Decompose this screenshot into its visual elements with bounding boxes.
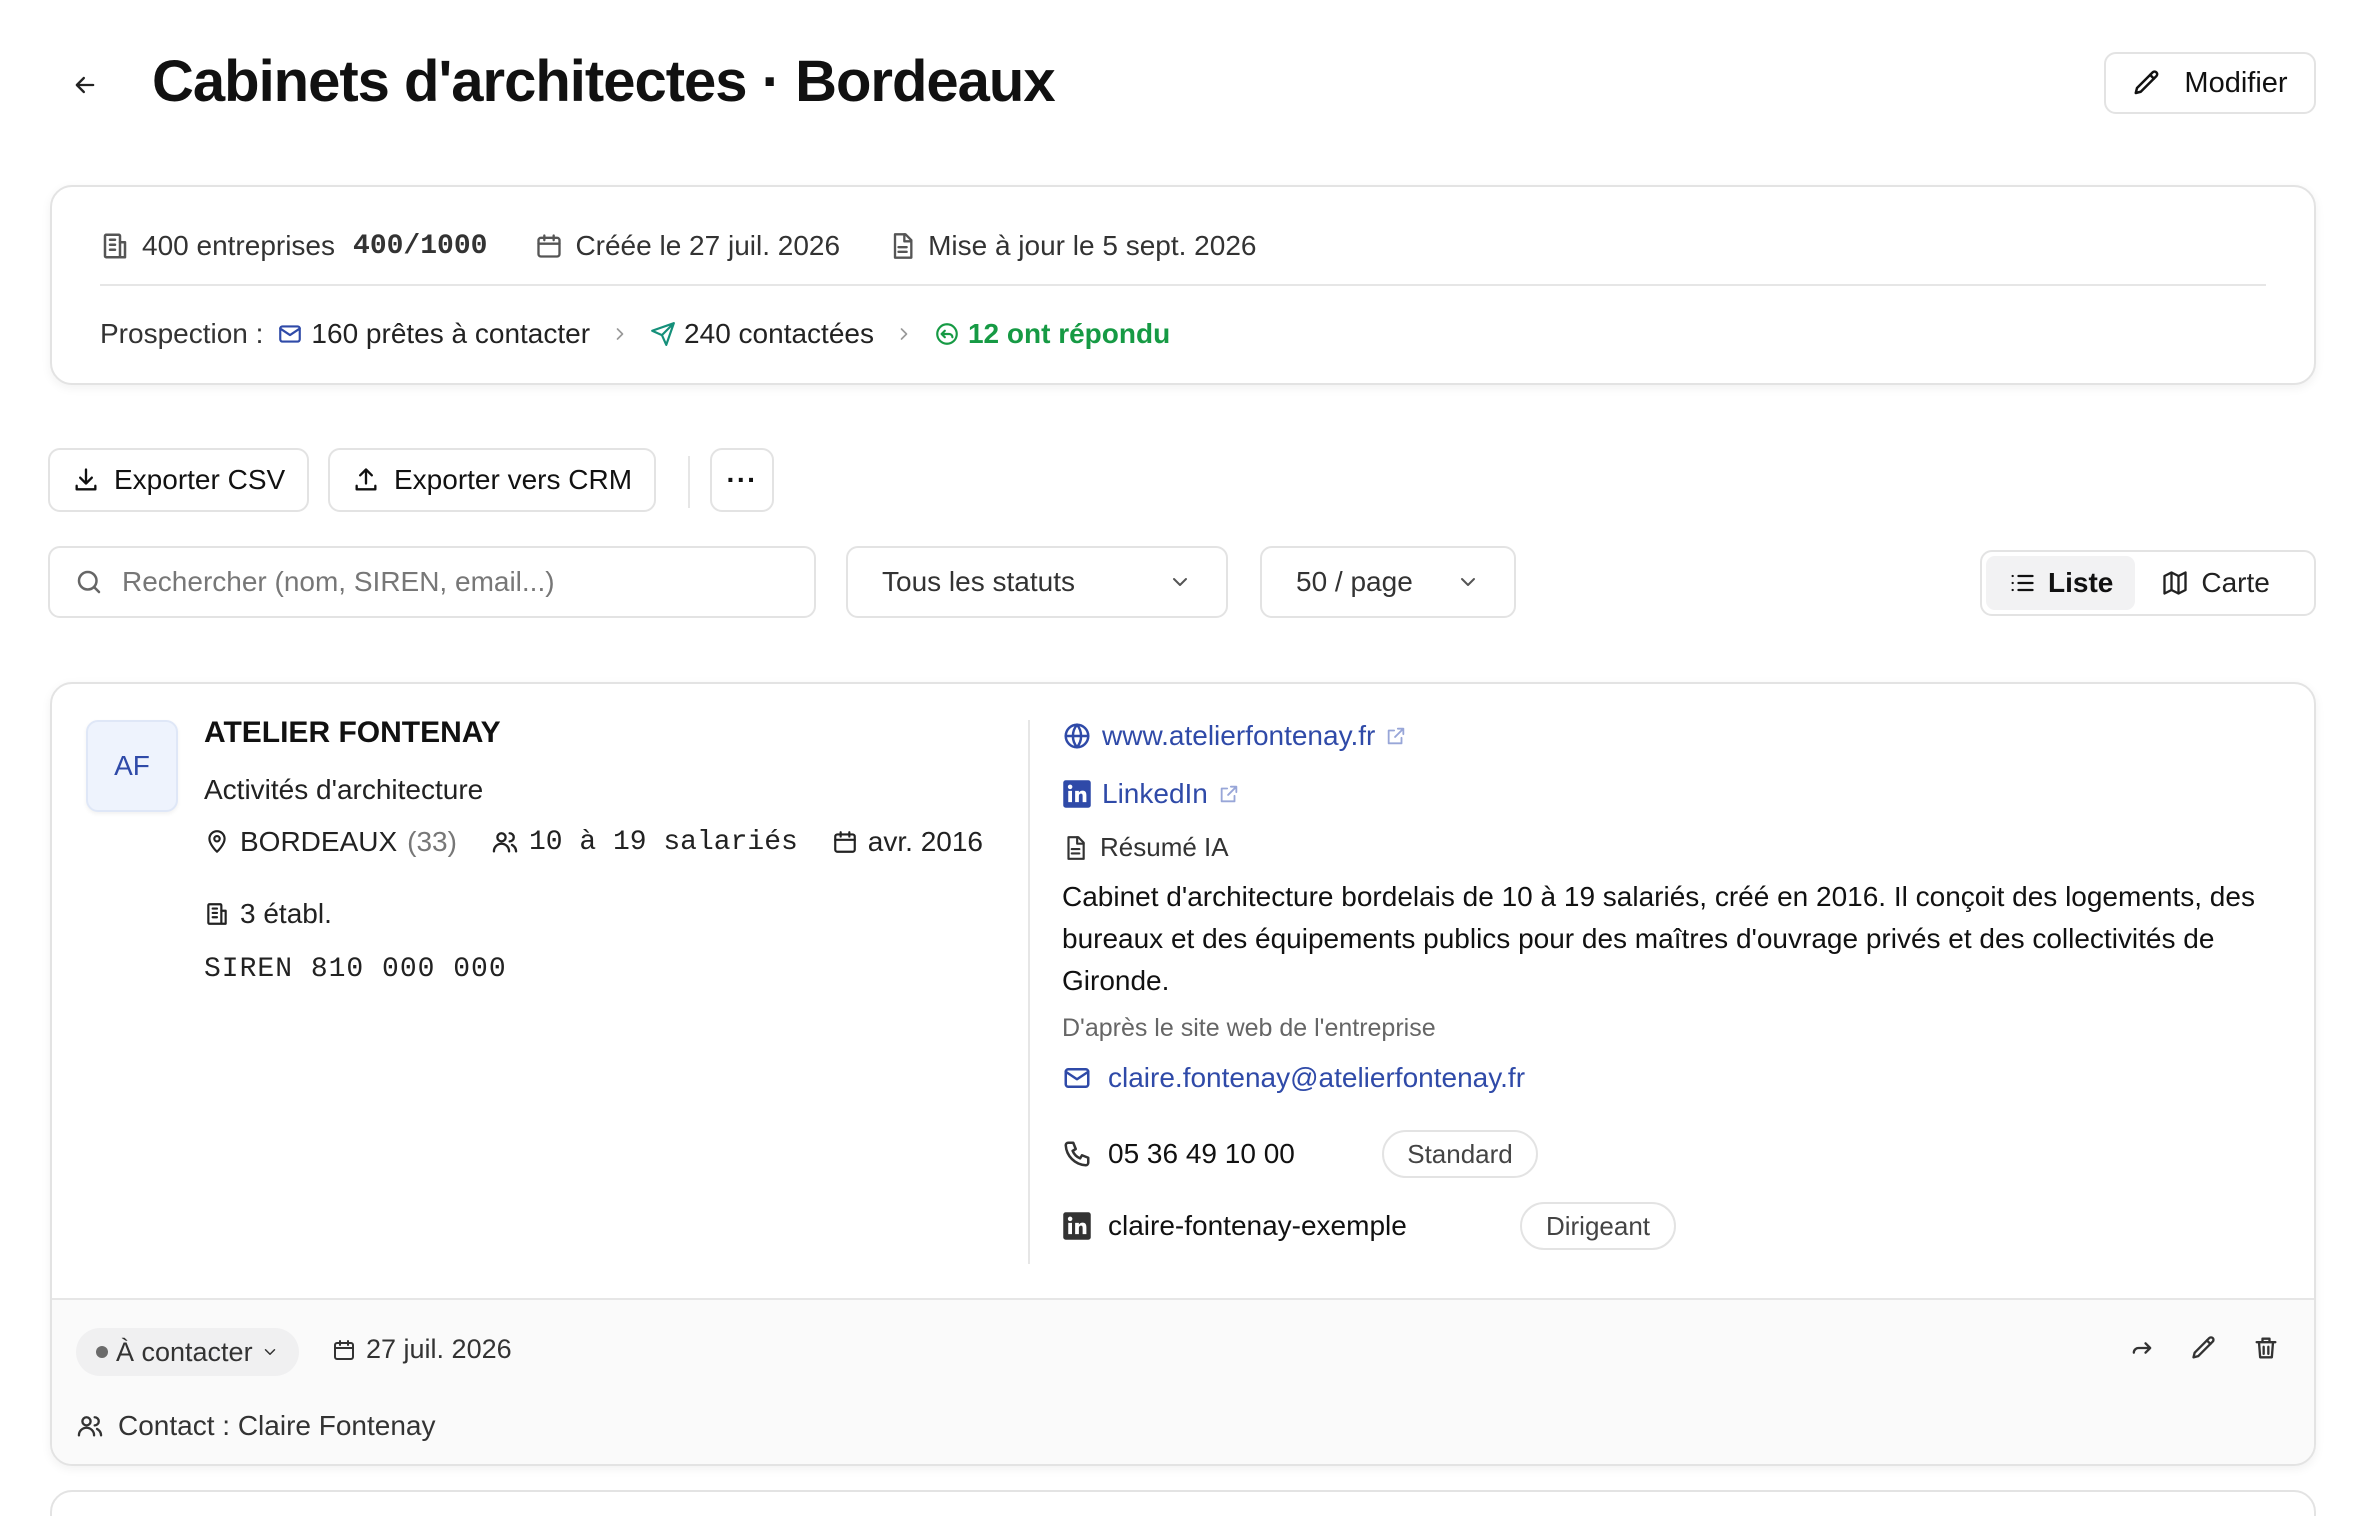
role-badge: Dirigeant [1520, 1202, 1676, 1250]
globe-icon [1062, 721, 1092, 751]
external-link-icon [1385, 725, 1407, 747]
ready-count: 160 prêtes à contacter [311, 318, 591, 349]
phone-type-badge: Standard [1382, 1130, 1538, 1178]
website-link[interactable]: www.atelierfontenay.fr [1062, 720, 1407, 752]
view-list-button[interactable]: Liste [1986, 556, 2136, 610]
upload-icon [352, 466, 380, 494]
back-button[interactable] [60, 60, 110, 110]
calendar-icon [535, 232, 563, 260]
toolbar-separator [688, 456, 690, 508]
next-company-card [50, 1490, 2316, 1516]
phone-icon [1062, 1139, 1108, 1169]
chevron-right-icon [894, 324, 914, 344]
map-icon [2161, 569, 2189, 597]
document-icon [888, 232, 916, 260]
search-icon [74, 567, 104, 597]
contact-linkedin-handle[interactable]: claire-fontenay-exemple [1108, 1210, 1407, 1242]
chevron-down-icon [1456, 570, 1480, 594]
contact-phone[interactable]: 05 36 49 10 00 [1108, 1138, 1295, 1170]
forward-icon[interactable] [2128, 1334, 2156, 1362]
company-founded: avr. 2016 [867, 826, 983, 857]
page-size-select[interactable]: 50 / page [1260, 546, 1516, 618]
view-list-label: Liste [2048, 567, 2114, 598]
list-icon [2008, 569, 2036, 597]
send-icon [650, 321, 676, 347]
column-divider [1028, 720, 1030, 1264]
chevron-right-icon [610, 324, 630, 344]
summary-source: D'après le site web de l'entreprise [1062, 1014, 1436, 1042]
export-crm-label: Exporter vers CRM [394, 464, 633, 495]
company-name[interactable]: ATELIER FONTENAY [204, 716, 501, 750]
export-csv-label: Exporter CSV [114, 464, 286, 495]
linkedin-icon [1062, 1211, 1108, 1241]
mail-icon [1062, 1063, 1108, 1093]
users-icon [491, 828, 519, 856]
edit-button[interactable]: Modifier [2104, 52, 2316, 114]
ai-summary-label: Résumé IA [1100, 832, 1229, 862]
pencil-icon [2132, 68, 2162, 98]
created-date: Créée le 27 juil. 2026 [575, 230, 841, 261]
company-card: AF ATELIER FONTENAY Activités d'architec… [50, 682, 2316, 1466]
linkedin-link[interactable]: LinkedIn [1062, 778, 1240, 810]
more-options-button[interactable]: ··· [710, 448, 774, 512]
status-filter-select[interactable]: Tous les statuts [846, 546, 1228, 618]
calendar-icon [332, 1338, 356, 1362]
contact-name: Contact : Claire Fontenay [118, 1410, 436, 1441]
company-siren: SIREN 810 000 000 [204, 954, 507, 985]
linkedin-label: LinkedIn [1102, 778, 1208, 809]
search-input[interactable] [122, 566, 762, 598]
companies-count: 400 entreprises [142, 230, 336, 261]
info-divider [100, 284, 2266, 286]
view-map-label: Carte [2201, 567, 2270, 598]
calendar-icon [832, 829, 858, 855]
company-dept: (33) [407, 826, 457, 857]
page-size-value: 50 / page [1296, 566, 1413, 597]
list-info-card: 400 entreprises 400/1000 Créée le 27 jui… [50, 185, 2316, 385]
company-city: BORDEAUX [240, 826, 398, 857]
document-icon [1062, 835, 1088, 861]
users-icon [76, 1412, 104, 1440]
replied-count: 12 ont répondu [967, 318, 1171, 349]
updated-date: Mise à jour le 5 sept. 2026 [928, 230, 1257, 261]
download-icon [72, 466, 100, 494]
linkedin-icon [1062, 779, 1092, 809]
view-toggle: Liste Carte [1980, 550, 2316, 616]
search-box[interactable] [48, 546, 816, 618]
email-link[interactable]: claire.fontenay@atelierfontenay.fr [1062, 1062, 1525, 1094]
arrow-left-icon [71, 71, 99, 99]
chevron-down-icon [1168, 570, 1192, 594]
status-date: 27 juil. 2026 [366, 1334, 512, 1364]
pencil-icon[interactable] [2190, 1334, 2218, 1362]
website-url: www.atelierfontenay.fr [1102, 720, 1376, 751]
status-dot [96, 1346, 108, 1358]
chevron-down-icon [261, 1343, 279, 1361]
status-dropdown[interactable]: À contacter [76, 1328, 299, 1376]
edit-button-label: Modifier [2184, 66, 2288, 99]
building-icon [204, 901, 230, 927]
view-map-button[interactable]: Carte [2139, 556, 2291, 610]
companies-quota: 400/1000 [353, 230, 488, 262]
company-employees: 10 à 19 salariés [528, 826, 798, 858]
contacted-count: 240 contactées [684, 318, 874, 349]
company-avatar: AF [86, 720, 178, 812]
more-dots-icon: ··· [726, 464, 758, 495]
company-activity: Activités d'architecture [204, 774, 484, 805]
building-icon [100, 231, 130, 261]
card-footer: À contacter 27 juil. 2026 Contact: Clai… [52, 1298, 2314, 1464]
export-csv-button[interactable]: Exporter CSV [48, 448, 310, 512]
reply-icon [934, 321, 960, 347]
status-filter-value: Tous les statuts [882, 566, 1075, 597]
export-crm-button[interactable]: Exporter vers CRM [328, 448, 657, 512]
prospection-label: Prospection : [100, 318, 264, 349]
status-label: À contacter [116, 1336, 253, 1367]
external-link-icon [1218, 783, 1240, 805]
ai-summary-text: Cabinet d'architecture bordelais de 10 à… [1062, 881, 2255, 996]
mail-icon [277, 321, 303, 347]
company-establishments: 3 établ. [240, 898, 332, 929]
page-title: Cabinets d'architectes · Bordeaux [152, 49, 1056, 114]
trash-icon[interactable] [2252, 1334, 2280, 1362]
map-pin-icon [204, 829, 230, 855]
contact-email: claire.fontenay@atelierfontenay.fr [1108, 1062, 1526, 1093]
